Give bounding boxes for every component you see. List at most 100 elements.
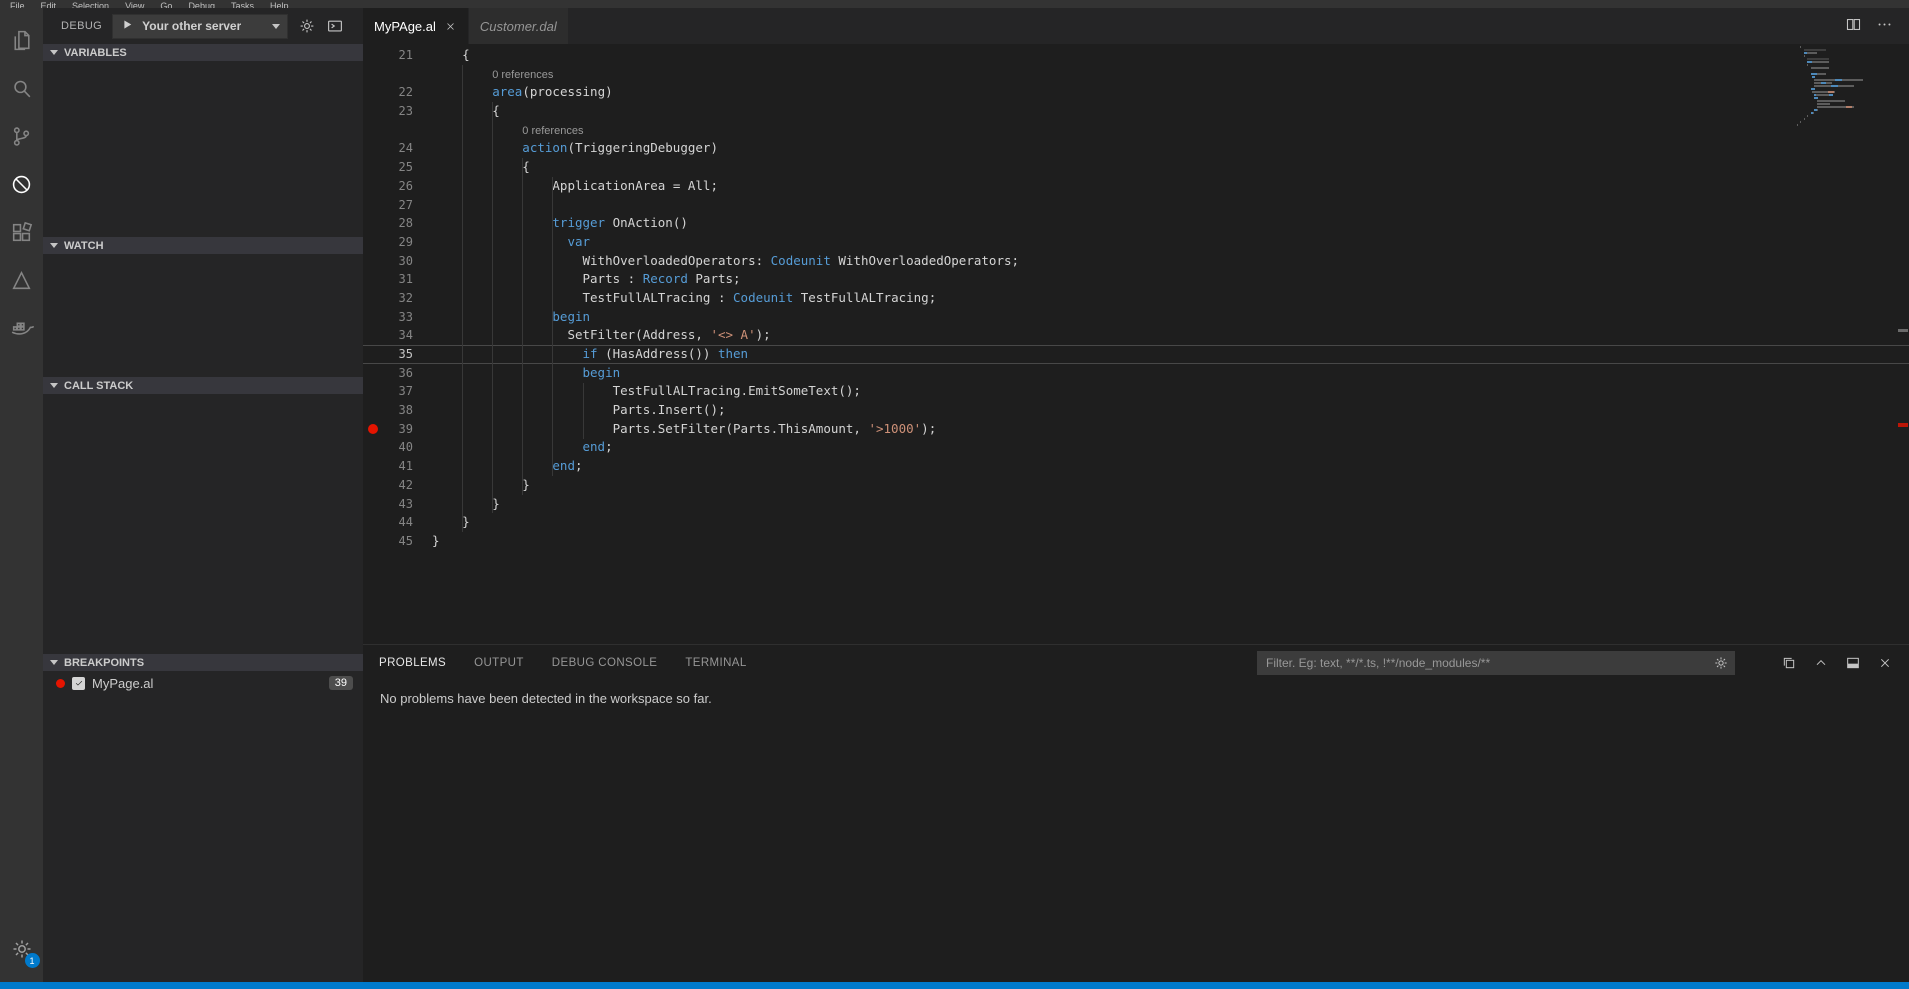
line-number[interactable]: 35 [383, 345, 413, 364]
breakpoint-gutter[interactable] [363, 364, 383, 383]
breakpoint-gutter[interactable] [363, 457, 383, 476]
breakpoint-checkbox[interactable] [72, 677, 85, 690]
code-text[interactable]: TestFullALTracing : Codeunit TestFullALT… [432, 289, 1909, 308]
section-header-call-stack[interactable]: CALL STACK [43, 377, 363, 394]
code-text[interactable]: Parts.SetFilter(Parts.ThisAmount, '>1000… [432, 420, 1909, 439]
menu-item-help[interactable]: Help [270, 0, 289, 8]
breakpoint-gutter[interactable] [363, 196, 383, 215]
code-text[interactable]: action(TriggeringDebugger) [432, 139, 1909, 158]
debug-icon[interactable] [0, 160, 43, 208]
toggle-panel-layout-icon[interactable] [1845, 655, 1861, 671]
breakpoint-gutter[interactable] [363, 513, 383, 532]
section-header-watch[interactable]: WATCH [43, 237, 363, 254]
restore-panel-icon[interactable] [1781, 655, 1797, 671]
code-text[interactable]: begin [432, 364, 1909, 383]
line-number[interactable]: 24 [383, 139, 413, 158]
source-control-icon[interactable] [0, 112, 43, 160]
line-number[interactable]: 25 [383, 158, 413, 177]
problems-filter[interactable] [1257, 651, 1735, 675]
menu-item-tasks[interactable]: Tasks [231, 0, 254, 8]
code-text[interactable]: } [432, 495, 1909, 514]
line-number[interactable]: 27 [383, 196, 413, 215]
panel-tab-terminal[interactable]: TERMINAL [685, 657, 746, 669]
menu-item-selection[interactable]: Selection [72, 0, 109, 8]
code-text[interactable]: area(processing) [432, 83, 1909, 102]
breakpoint-gutter[interactable] [363, 139, 383, 158]
code-text[interactable]: end; [432, 438, 1909, 457]
breakpoint-gutter[interactable] [363, 476, 383, 495]
line-number[interactable]: 37 [383, 382, 413, 401]
search-icon[interactable] [0, 64, 43, 112]
code-text[interactable]: WithOverloadedOperators: Codeunit WithOv… [432, 252, 1909, 271]
code-text[interactable]: var [432, 233, 1909, 252]
codelens-label[interactable]: 0 references [432, 121, 1909, 140]
panel-tab-output[interactable]: OUTPUT [474, 657, 524, 669]
breakpoint-gutter[interactable] [363, 158, 383, 177]
debug-config-dropdown[interactable]: Your other server [112, 14, 288, 39]
code-text[interactable]: ApplicationArea = All; [432, 177, 1909, 196]
code-text[interactable]: } [432, 532, 1909, 551]
breakpoint-gutter[interactable] [363, 65, 383, 84]
menu-item-file[interactable]: File [10, 0, 25, 8]
breakpoint-gutter[interactable] [363, 420, 383, 439]
line-number[interactable]: 21 [383, 46, 413, 65]
tab-customer-dal[interactable]: Customer.dal [469, 8, 569, 44]
al-extension-icon[interactable] [0, 256, 43, 304]
start-debugging-icon[interactable] [120, 17, 135, 35]
explorer-icon[interactable] [0, 16, 43, 64]
code-editor[interactable]: 21{0 references22area(processing)23{0 re… [363, 44, 1909, 644]
code-text[interactable]: Parts : Record Parts; [432, 270, 1909, 289]
breakpoint-gutter[interactable] [363, 46, 383, 65]
line-number[interactable] [383, 65, 413, 84]
code-text[interactable]: trigger OnAction() [432, 214, 1909, 233]
line-number[interactable]: 28 [383, 214, 413, 233]
breakpoint-gutter[interactable] [363, 308, 383, 327]
line-number[interactable]: 30 [383, 252, 413, 271]
split-editor-icon[interactable] [1845, 16, 1862, 36]
line-number[interactable]: 32 [383, 289, 413, 308]
breakpoint-gutter[interactable] [363, 102, 383, 121]
code-text[interactable]: if (HasAddress()) then [432, 345, 1909, 364]
breakpoint-gutter[interactable] [363, 401, 383, 420]
tab-mypage-al[interactable]: MyPAge.al [363, 8, 469, 44]
breakpoint-gutter[interactable] [363, 233, 383, 252]
breakpoint-gutter[interactable] [363, 532, 383, 551]
breakpoint-gutter[interactable] [363, 382, 383, 401]
close-panel-icon[interactable] [1877, 655, 1893, 671]
code-text[interactable]: SetFilter(Address, '<> A'); [432, 326, 1909, 345]
more-actions-icon[interactable] [1876, 16, 1893, 36]
breakpoint-gutter[interactable] [363, 345, 383, 364]
line-number[interactable]: 38 [383, 401, 413, 420]
breakpoint-gutter[interactable] [363, 270, 383, 289]
docker-icon[interactable] [0, 304, 43, 352]
section-header-breakpoints[interactable]: BREAKPOINTS [43, 654, 363, 671]
line-number[interactable]: 42 [383, 476, 413, 495]
breakpoint-gutter[interactable] [363, 83, 383, 102]
line-number[interactable]: 33 [383, 308, 413, 327]
code-text[interactable]: { [432, 102, 1909, 121]
breakpoint-gutter[interactable] [363, 121, 383, 140]
line-number[interactable]: 23 [383, 102, 413, 121]
configure-gear-icon[interactable] [298, 17, 316, 35]
section-header-variables[interactable]: VARIABLES [43, 44, 363, 61]
line-number[interactable]: 44 [383, 513, 413, 532]
line-number[interactable]: 41 [383, 457, 413, 476]
line-number[interactable] [383, 121, 413, 140]
filter-gear-icon[interactable] [1713, 655, 1729, 671]
breakpoint-gutter[interactable] [363, 326, 383, 345]
code-text[interactable]: Parts.Insert(); [432, 401, 1909, 420]
line-number[interactable]: 39 [383, 420, 413, 439]
menu-item-edit[interactable]: Edit [41, 0, 57, 8]
code-text[interactable]: { [432, 158, 1909, 177]
code-text[interactable]: begin [432, 308, 1909, 327]
line-number[interactable]: 40 [383, 438, 413, 457]
code-text[interactable]: } [432, 513, 1909, 532]
code-text[interactable]: { [432, 46, 1909, 65]
manage-gear-icon[interactable]: 1 [10, 937, 34, 964]
panel-tab-debug-console[interactable]: DEBUG CONSOLE [552, 657, 658, 669]
line-number[interactable]: 45 [383, 532, 413, 551]
panel-tab-problems[interactable]: PROBLEMS [379, 657, 446, 669]
line-number[interactable]: 26 [383, 177, 413, 196]
problems-filter-input[interactable] [1266, 656, 1713, 670]
code-text[interactable]: end; [432, 457, 1909, 476]
